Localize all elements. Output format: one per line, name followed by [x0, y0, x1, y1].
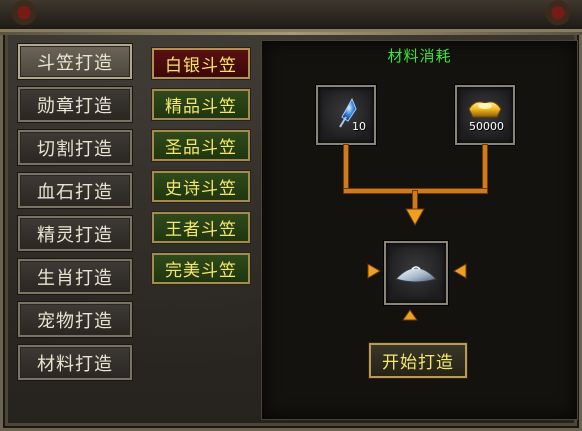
- gold-quantity: 50000: [469, 120, 504, 133]
- result-slot[interactable]: [384, 241, 448, 305]
- pipe-left: [344, 145, 348, 191]
- nav-item-zodiac[interactable]: 生肖打造: [18, 259, 132, 294]
- nav-item-spirit[interactable]: 精灵打造: [18, 216, 132, 251]
- hat-item-silver[interactable]: 白银斗笠: [152, 48, 250, 79]
- arrow-up-icon: [402, 309, 418, 321]
- hat-item-perfect[interactable]: 完美斗笠: [152, 253, 250, 284]
- arrow-right-icon: [367, 263, 381, 279]
- crafting-panel: 材料消耗 10 50000 开始打造: [261, 40, 578, 420]
- gold-ingot-icon: [468, 101, 502, 118]
- nav-item-hat[interactable]: 斗笠打造: [18, 44, 132, 79]
- crystal-icon: [339, 97, 357, 128]
- start-crafting-button[interactable]: 开始打造: [369, 343, 467, 378]
- hat-list: 白银斗笠 精品斗笠 圣品斗笠 史诗斗笠 王者斗笠 完美斗笠: [140, 40, 260, 420]
- ornament-right-icon: [534, 0, 582, 32]
- nav-item-pet[interactable]: 宠物打造: [18, 302, 132, 337]
- material-slot-crystal[interactable]: 10: [316, 85, 376, 145]
- pipe-right: [483, 145, 487, 191]
- crystal-quantity: 10: [352, 120, 366, 133]
- ornament-left-icon: [0, 0, 48, 32]
- material-slot-gold[interactable]: 50000: [455, 85, 515, 145]
- hat-item-king[interactable]: 王者斗笠: [152, 212, 250, 243]
- top-bar: [0, 0, 582, 35]
- arrow-down-icon: [405, 208, 425, 227]
- category-nav: 斗笠打造 勋章打造 切割打造 血石打造 精灵打造 生肖打造 宠物打造 材料打造: [14, 40, 136, 388]
- hat-item-epic[interactable]: 史诗斗笠: [152, 171, 250, 202]
- nav-item-medal[interactable]: 勋章打造: [18, 87, 132, 122]
- nav-item-bloodstone[interactable]: 血石打造: [18, 173, 132, 208]
- nav-item-cutting[interactable]: 切割打造: [18, 130, 132, 165]
- hat-icon: [395, 266, 437, 283]
- hat-item-holy[interactable]: 圣品斗笠: [152, 130, 250, 161]
- hat-item-fine[interactable]: 精品斗笠: [152, 89, 250, 120]
- panel-title: 材料消耗: [387, 47, 452, 65]
- arrow-left-icon: [453, 263, 467, 279]
- nav-item-material[interactable]: 材料打造: [18, 345, 132, 380]
